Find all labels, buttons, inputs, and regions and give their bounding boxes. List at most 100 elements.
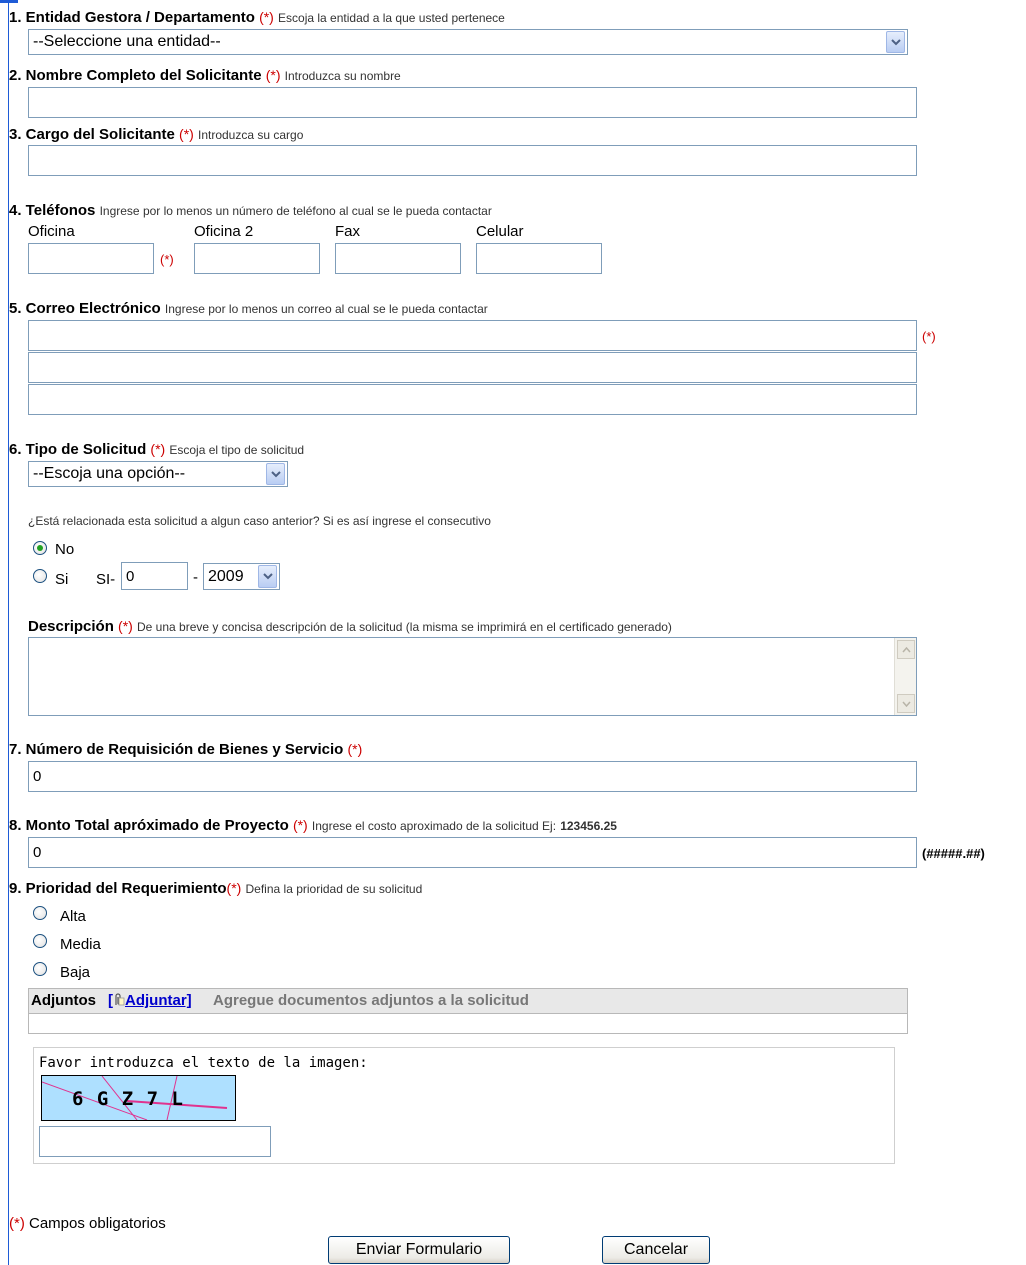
captcha-instruction: Favor introduzca el texto de la imagen: <box>39 1055 368 1071</box>
celular-label: Celular <box>476 223 524 240</box>
mandatory-note: Campos obligatorios <box>29 1215 166 1232</box>
nombre-label: 2. Nombre Completo del Solicitante <box>9 67 262 84</box>
monto-label: 8. Monto Total apróximado de Proyecto <box>9 817 289 834</box>
prioridad-media-label: Media <box>60 936 101 953</box>
correo-hint: Ingrese por lo menos un correo al cual s… <box>164 302 488 316</box>
paperclip-icon <box>113 993 125 1007</box>
required-mark: (*) <box>347 741 363 757</box>
related-no-radio[interactable] <box>33 541 47 555</box>
prioridad-label: 9. Prioridad del Requerimiento <box>9 880 227 897</box>
requisicion-label-row: 7. Número de Requisición de Bienes y Ser… <box>9 741 362 758</box>
monto-format: (#####.##) <box>922 846 985 861</box>
descripcion-scrollbar[interactable] <box>894 638 916 715</box>
related-si-label: Si <box>55 571 69 588</box>
descripcion-hint: De una breve y concisa descripción de la… <box>137 620 672 634</box>
correo-input-2[interactable] <box>28 352 917 383</box>
telefonos-label: 4. Teléfonos <box>9 202 96 219</box>
prioridad-alta-label: Alta <box>60 908 86 925</box>
cargo-hint: Introduzca su cargo <box>198 128 304 142</box>
prioridad-baja-label: Baja <box>60 964 91 981</box>
oficina-label: Oficina <box>28 223 75 240</box>
telefono-fax-input[interactable] <box>335 243 461 274</box>
telefonos-hint: Ingrese por lo menos un número de teléfo… <box>99 204 492 218</box>
consecutivo-prefix: SI- <box>96 571 116 588</box>
prioridad-alta-radio[interactable] <box>33 906 47 920</box>
nombre-hint: Introduzca su nombre <box>284 69 401 83</box>
entidad-label: 1. Entidad Gestora / Departamento <box>9 9 255 26</box>
page-top-marker <box>0 0 18 3</box>
descripcion-label-row: Descripción (*) De una breve y concisa d… <box>28 618 672 635</box>
captcha-image-text: 6 G Z 7 L <box>72 1088 184 1110</box>
monto-label-row: 8. Monto Total apróximado de Proyecto (*… <box>9 817 617 834</box>
cargo-label: 3. Cargo del Solicitante <box>9 126 175 143</box>
required-mark: (*) <box>265 67 281 83</box>
tipo-label: 6. Tipo de Solicitud <box>9 441 147 458</box>
nombre-label-row: 2. Nombre Completo del Solicitante (*) I… <box>9 67 401 84</box>
scroll-up-icon[interactable] <box>897 640 915 659</box>
consecutivo-input[interactable] <box>121 562 188 590</box>
correo-input-3[interactable] <box>28 384 917 415</box>
captcha-input[interactable] <box>39 1126 271 1157</box>
cargo-label-row: 3. Cargo del Solicitante (*) Introduzca … <box>9 126 303 143</box>
required-mark: (*) <box>292 817 308 833</box>
required-mark: (*) <box>9 1215 25 1232</box>
tipo-select[interactable]: --Escoja una opción-- <box>28 461 288 487</box>
required-mark: (*) <box>150 441 166 457</box>
scroll-down-icon[interactable] <box>897 694 915 713</box>
correo-label-row: 5. Correo Electrónico Ingrese por lo men… <box>9 300 488 317</box>
required-mark: (*) <box>160 252 174 267</box>
tipo-hint: Escoja el tipo de solicitud <box>169 443 305 457</box>
entidad-hint: Escoja la entidad a la que usted pertene… <box>278 11 505 25</box>
correo-input-1[interactable] <box>28 320 917 351</box>
submit-button[interactable]: Enviar Formulario <box>328 1236 510 1264</box>
required-mark: (*) <box>179 126 194 142</box>
mandatory-note-row: (*) Campos obligatorios <box>9 1215 166 1232</box>
cargo-input[interactable] <box>28 145 917 176</box>
adjuntos-hint: Agregue documentos adjuntos a la solicit… <box>213 992 529 1009</box>
telefonos-label-row: 4. Teléfonos Ingrese por lo menos un núm… <box>9 202 492 219</box>
required-mark: (*) <box>259 9 274 25</box>
oficina2-label: Oficina 2 <box>194 223 254 240</box>
monto-input[interactable] <box>28 837 917 868</box>
related-question: ¿Está relacionada esta solicitud a algun… <box>28 514 491 528</box>
telefono-celular-input[interactable] <box>476 243 602 274</box>
related-no-label: No <box>55 541 75 558</box>
descripcion-label: Descripción <box>28 618 114 635</box>
chevron-down-icon[interactable] <box>258 565 277 588</box>
tipo-label-row: 6. Tipo de Solicitud (*) Escoja el tipo … <box>9 441 304 458</box>
telefono-oficina2-input[interactable] <box>194 243 320 274</box>
required-mark: (*) <box>118 618 133 634</box>
adjuntar-link[interactable]: [Adjuntar] <box>108 992 192 1009</box>
year-selected-value: 2009 <box>208 567 244 585</box>
adjuntos-panel: Adjuntos [Adjuntar] Agregue documentos a… <box>28 988 908 1034</box>
entidad-selected-value: --Seleccione una entidad-- <box>33 33 221 50</box>
requisicion-input[interactable] <box>28 761 917 792</box>
prioridad-hint: Defina la prioridad de su solicitud <box>245 882 423 896</box>
tipo-selected-value: --Escoja una opción-- <box>33 465 186 482</box>
telefono-oficina-input[interactable] <box>28 243 154 274</box>
prioridad-baja-radio[interactable] <box>33 962 47 976</box>
fax-label: Fax <box>335 223 361 240</box>
entidad-select[interactable]: --Seleccione una entidad-- <box>28 29 908 55</box>
captcha-panel: Favor introduzca el texto de la imagen: … <box>33 1047 895 1164</box>
chevron-down-icon[interactable] <box>266 463 285 485</box>
entidad-label-row: 1. Entidad Gestora / Departamento (*) Es… <box>9 9 505 26</box>
correo-label: 5. Correo Electrónico <box>9 300 161 317</box>
adjuntar-link-text: Adjuntar] <box>125 992 192 1009</box>
captcha-image: 6 G Z 7 L <box>41 1075 236 1121</box>
year-select[interactable]: 2009 <box>203 563 280 590</box>
page-left-border <box>8 0 9 1265</box>
prioridad-media-radio[interactable] <box>33 934 47 948</box>
adjuntos-label: Adjuntos <box>31 992 96 1009</box>
descripcion-textarea[interactable] <box>28 637 917 716</box>
adjuntos-header: Adjuntos [Adjuntar] Agregue documentos a… <box>29 989 907 1014</box>
monto-hint: Ingrese el costo aproximado de la solici… <box>311 819 557 833</box>
nombre-input[interactable] <box>28 87 917 118</box>
prioridad-label-row: 9. Prioridad del Requerimiento(*) Defina… <box>9 880 422 897</box>
required-mark: (*) <box>922 329 936 344</box>
cancel-button[interactable]: Cancelar <box>602 1236 710 1264</box>
chevron-down-icon[interactable] <box>886 31 905 53</box>
related-si-radio[interactable] <box>33 569 47 583</box>
required-mark: (*) <box>226 880 242 896</box>
requisicion-label: 7. Número de Requisición de Bienes y Ser… <box>9 741 344 758</box>
